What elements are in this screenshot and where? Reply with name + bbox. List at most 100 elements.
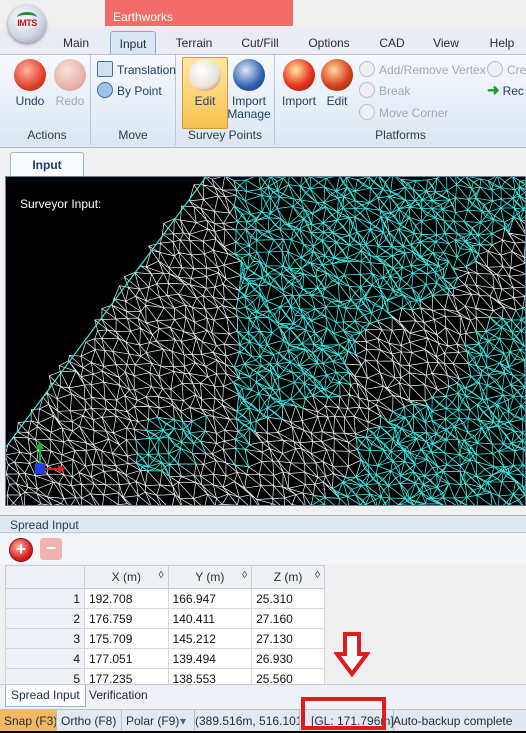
table-row[interactable]: 2 176.759 140.411 27.160 xyxy=(5,608,325,629)
title-bar: IMTS Earthworks xyxy=(0,0,526,43)
group-actions: Undo Redo Actions xyxy=(4,55,91,145)
table-row[interactable]: 4 177.051 139.494 26.930 xyxy=(5,648,325,669)
table-row[interactable]: 3 175.709 145.212 27.130 xyxy=(5,628,325,649)
column-header-y-label: Y (m) xyxy=(195,570,225,584)
document-tabs: Input xyxy=(0,148,526,177)
column-header-z[interactable]: Z (m) ◊ xyxy=(251,565,325,589)
status-message: Auto-backup complete xyxy=(393,714,513,728)
row-number: 2 xyxy=(5,608,85,629)
minus-icon[interactable]: − xyxy=(40,538,62,560)
platform-edit-icon xyxy=(321,59,353,91)
group-survey-points: Edit Import Manage Survey Points xyxy=(176,55,275,145)
move-corner-icon xyxy=(359,104,375,120)
move-corner-button[interactable]: Move Corner xyxy=(359,104,448,122)
sort-icon: ◊ xyxy=(315,570,320,581)
break-button[interactable]: Break xyxy=(359,82,410,100)
undo-label: Undo xyxy=(15,94,45,108)
by-point-button[interactable]: By Point xyxy=(97,82,162,100)
tab-input[interactable]: Input xyxy=(110,31,156,54)
tab-view[interactable]: View xyxy=(428,31,464,53)
platform-edit-button[interactable]: Edit xyxy=(315,59,359,108)
cell-z[interactable]: 27.130 xyxy=(251,628,325,649)
cell-x[interactable]: 175.709 xyxy=(84,628,169,649)
axis-gizmo-icon xyxy=(35,441,66,474)
spread-toolbar: + − xyxy=(0,534,526,564)
create-label: Cre xyxy=(507,63,526,77)
break-icon xyxy=(359,82,375,98)
add-remove-vertex-icon xyxy=(359,61,375,77)
tab-help[interactable]: Help xyxy=(484,31,520,53)
create-button[interactable]: Cre xyxy=(487,61,526,79)
import-manage-button[interactable]: Import Manage xyxy=(226,59,272,121)
ribbon: Undo Redo Actions Translation By Point M… xyxy=(0,55,526,148)
survey-edit-label: Edit xyxy=(194,94,216,108)
logo-text: IMTS xyxy=(17,18,37,28)
group-label-move: Move xyxy=(118,128,148,142)
cell-y[interactable]: 145.212 xyxy=(167,628,253,649)
tab-options[interactable]: Options xyxy=(304,31,354,53)
cell-z[interactable]: 27.160 xyxy=(251,608,325,629)
translation-icon xyxy=(97,61,113,77)
row-number: 3 xyxy=(5,628,85,649)
viewport-canvas[interactable]: Surveyor Input: xyxy=(5,176,526,506)
cell-y[interactable]: 140.411 xyxy=(167,608,253,629)
triangulated-mesh xyxy=(6,177,525,505)
document-tab-input[interactable]: Input xyxy=(10,152,84,177)
redo-icon xyxy=(54,59,86,91)
plus-circle-icon[interactable]: + xyxy=(9,538,33,562)
cell-x[interactable]: 176.759 xyxy=(84,608,169,629)
undo-button[interactable]: Undo xyxy=(8,59,52,108)
cell-z[interactable]: 25.310 xyxy=(251,588,325,609)
row-number: 1 xyxy=(5,588,85,609)
break-label: Break xyxy=(379,84,411,98)
cell-x[interactable]: 177.051 xyxy=(84,648,169,669)
add-remove-vertex-button[interactable]: Add/Remove Vertex xyxy=(359,61,486,79)
row-number: 4 xyxy=(5,648,85,669)
create-icon xyxy=(487,61,503,77)
rec-button[interactable]: ➜ Rec xyxy=(487,82,524,100)
row-number-header xyxy=(5,565,85,589)
rec-label: Rec xyxy=(502,84,524,98)
platform-import-icon xyxy=(283,59,315,91)
panel-tabs: Spread Input Verification xyxy=(0,684,526,707)
green-arrow-icon: ➜ xyxy=(487,82,500,99)
tab-main[interactable]: Main xyxy=(55,31,97,53)
redo-label: Redo xyxy=(55,94,85,108)
tab-cut-fill[interactable]: Cut/Fill xyxy=(236,31,284,53)
survey-edit-button[interactable]: Edit xyxy=(183,59,227,108)
group-move: Translation By Point Move xyxy=(91,55,176,145)
redo-button[interactable]: Redo xyxy=(48,59,92,108)
import-manage-label: Import Manage xyxy=(227,94,271,121)
coordinate-readout: (389.516m, 516.101m xyxy=(191,710,300,732)
undo-icon xyxy=(14,59,46,91)
platform-edit-label: Edit xyxy=(326,94,348,108)
ribbon-tab-bar: Main Input Terrain Cut/Fill Options CAD … xyxy=(0,28,526,55)
column-header-y[interactable]: Y (m) ◊ xyxy=(167,565,253,589)
snap-toggle[interactable]: Snap (F3) xyxy=(0,710,57,732)
by-point-icon xyxy=(97,82,113,98)
tab-verification[interactable]: Verification xyxy=(84,685,153,706)
cell-y[interactable]: 139.494 xyxy=(167,648,253,669)
edit-pencil-icon xyxy=(189,59,221,91)
table-row[interactable]: 1 192.708 166.947 25.310 xyxy=(5,588,325,609)
polar-toggle[interactable]: Polar (F9) xyxy=(122,710,180,732)
column-header-x[interactable]: X (m) ◊ xyxy=(84,565,169,589)
app-logo[interactable]: IMTS xyxy=(8,5,46,43)
group-label-actions: Actions xyxy=(27,128,67,142)
spread-input-table: X (m) ◊ Y (m) ◊ Z (m) ◊ 1 192.708 166.947 2… xyxy=(5,565,325,689)
tab-terrain[interactable]: Terrain xyxy=(171,31,217,53)
status-bar: Snap (F3) Ortho (F8) Polar (F9) ▾ (389.5… xyxy=(0,709,526,732)
group-label-survey-points: Survey Points xyxy=(187,128,263,142)
table-header-row: X (m) ◊ Y (m) ◊ Z (m) ◊ xyxy=(5,565,325,589)
move-corner-label: Move Corner xyxy=(379,106,449,120)
cell-y[interactable]: 166.947 xyxy=(167,588,253,609)
cell-x[interactable]: 192.708 xyxy=(84,588,169,609)
add-remove-vertex-label: Add/Remove Vertex xyxy=(379,63,486,77)
sort-icon: ◊ xyxy=(242,570,248,581)
cell-z[interactable]: 26.930 xyxy=(251,648,325,669)
tab-spread-input[interactable]: Spread Input xyxy=(5,685,86,707)
tab-cad[interactable]: CAD xyxy=(374,31,410,53)
translation-button[interactable]: Translation xyxy=(97,61,176,79)
down-arrow-icon xyxy=(334,632,370,678)
ortho-toggle[interactable]: Ortho (F8) xyxy=(57,710,122,732)
